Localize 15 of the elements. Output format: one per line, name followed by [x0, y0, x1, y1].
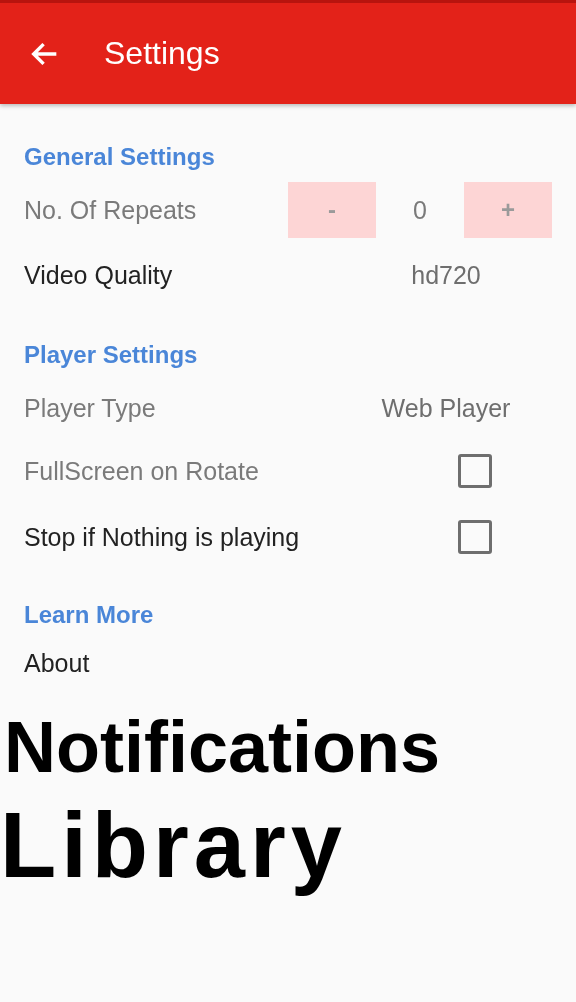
caption-text: Library — [0, 793, 347, 899]
section-heading: Learn More — [23, 600, 155, 630]
section-heading: Player Settings — [23, 340, 199, 370]
screen-title: Settings — [104, 35, 220, 72]
setting-label: Video Quality — [24, 260, 174, 290]
setting-label: FullScreen on Rotate — [24, 456, 260, 486]
setting-label: No. Of Repeats — [24, 195, 198, 225]
setting-value[interactable]: hd720 — [340, 260, 552, 290]
caption-text: Notifications — [4, 706, 440, 789]
section-heading: General Settings — [23, 142, 216, 172]
checkbox[interactable] — [458, 520, 492, 554]
setting-label: About — [24, 648, 91, 678]
setting-label: Stop if Nothing is playing — [24, 522, 301, 552]
setting-label: Player Type — [24, 393, 157, 423]
repeat-count: 0 — [412, 195, 428, 225]
